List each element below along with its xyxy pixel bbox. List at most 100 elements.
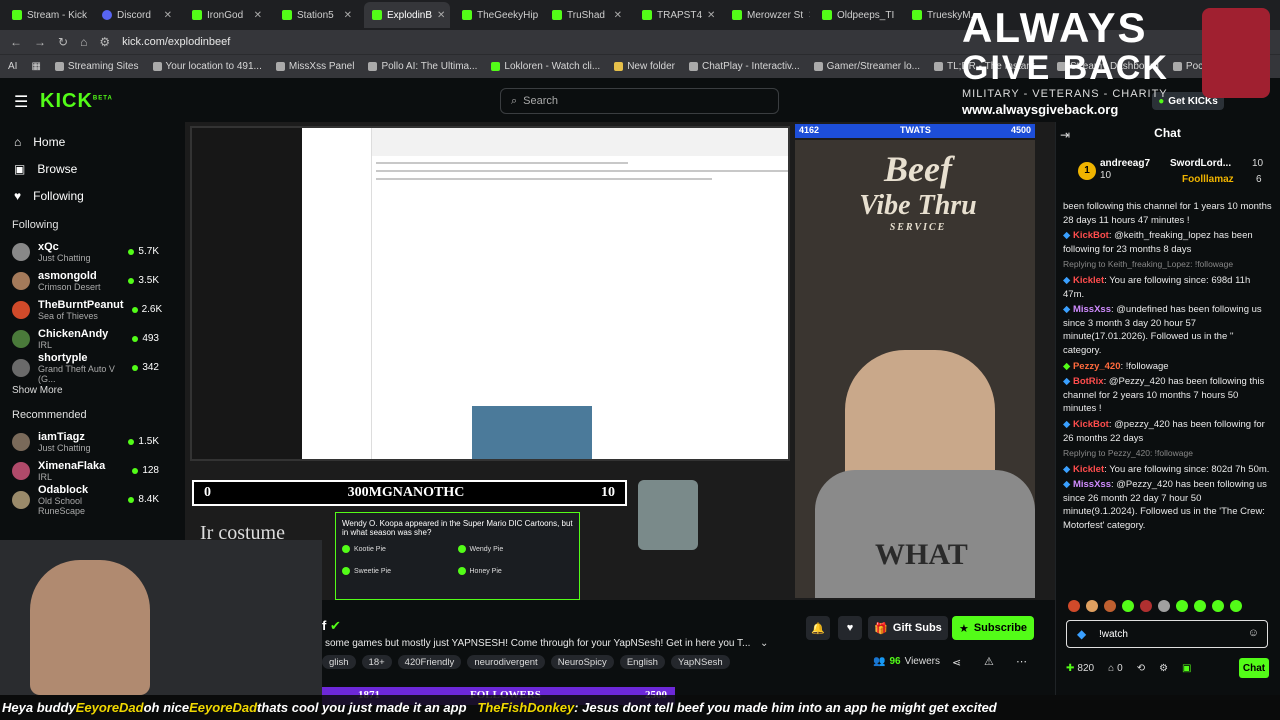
show-more-link[interactable]: Show More [0,385,185,403]
back-arrow-icon[interactable]: ← [10,35,22,49]
trivia-option: Kootie Pie [342,545,458,553]
bookmark-folder[interactable]: New folder [614,61,675,72]
badge-icon: ◆ [1063,230,1071,242]
quiz-scorebar: 0 300MGNANOTHC 10 [192,480,627,506]
viewers-icon: 👥 [873,656,886,667]
browser-tab[interactable]: Oldpeeps_TI✕ [814,2,900,28]
emote-icon[interactable] [1194,600,1206,612]
share-icon[interactable]: ⋖ [952,656,961,669]
stream-screen-capture [190,126,790,461]
tag[interactable]: 18+ [361,655,392,669]
channel-item[interactable]: XimenaFlaka IRL 128 [0,456,185,485]
avatar [12,432,30,451]
url-field[interactable]: kick.com/explodinbeef [122,36,230,48]
forward-arrow-icon[interactable]: → [34,35,46,49]
channel-item[interactable]: shortyple Grand Theft Auto V (G... 342 [0,352,185,384]
bookmark[interactable]: Lokloren - Watch cli... [491,61,600,72]
badge-icon: ◆ [1063,360,1071,372]
bookmark[interactable]: Pollo AI: The Ultima... [368,61,477,72]
points-display[interactable]: ✚ 820 [1066,663,1094,674]
apps-icon[interactable]: ▦ [31,61,40,72]
channel-item[interactable]: Odablock Old School RuneScape 8.4K [0,484,185,516]
notification-bell-icon[interactable]: 🔔 [806,616,830,640]
tag[interactable]: 420Friendly [397,655,462,669]
browser-tab[interactable]: Merowzer St✕ [724,2,810,28]
site-info-icon[interactable]: ⚙ [99,35,110,49]
captured-chat-panel [192,128,302,459]
settings-gear-icon[interactable]: ⚙ [1159,663,1168,674]
gift-subs-button[interactable]: 🎁 Gift Subs [868,616,948,640]
chat-message: been following this channel for 1 years … [1063,201,1272,226]
browser-tab[interactable]: IronGod ✕ [184,2,270,28]
tag[interactable]: English [619,655,665,669]
send-chat-button[interactable]: Chat [1239,658,1269,678]
more-icon[interactable]: ⋯ [1016,655,1027,668]
sidebar-item-home[interactable]: ⌂ Home [0,128,185,155]
sidebar-item-browse[interactable]: ▣ Browse [0,155,185,182]
emoji-icon[interactable]: ☺ [1248,627,1259,639]
follow-heart-icon[interactable]: ♥ [838,616,862,640]
tag[interactable]: YapNSesh [670,655,730,669]
stream-title: some games but mostly just YAPNSESH! Com… [325,638,751,649]
emote-icon[interactable] [1104,600,1116,612]
emote-icon[interactable] [1122,600,1134,612]
chat-input[interactable]: ◆ !watch ☺ [1066,620,1268,648]
kick-logo[interactable]: KICKBETA [40,90,113,113]
emote-icon[interactable] [1158,600,1170,612]
search-input[interactable]: ⌕ Search [500,88,779,114]
menu-icon[interactable]: ☰ [14,92,28,112]
subscribe-button[interactable]: ★ Subscribe [952,616,1034,640]
avatar [12,329,30,348]
chat-message: ◆ KickBot: @keith_freaking_lopez has bee… [1063,230,1253,255]
bookmark[interactable]: MissXss Panel [275,61,354,72]
channel-item[interactable]: ChickenAndy IRL 493 [0,324,185,353]
browser-tab[interactable]: TruShad ✕ [544,2,630,28]
emote-icon[interactable] [1086,600,1098,612]
following-heading: Following [12,219,59,231]
expand-title-chevron-icon[interactable]: ⌄ [760,638,768,649]
browser-tab[interactable]: Station5 ✕ [274,2,360,28]
tag[interactable]: neurodivergent [467,655,545,669]
browser-tab-active[interactable]: ExplodinB ✕ [364,2,450,28]
shop-icon: ⌂ [1108,662,1115,674]
channel-item[interactable]: TheBurntPeanut Sea of Thieves 2.6K [0,295,185,324]
badge-icon: ◆ [1063,376,1071,388]
chat-message: ◆ Kicklet: You are following since: 802d… [1063,463,1270,475]
emote-icon[interactable] [1212,600,1224,612]
browser-tab[interactable]: Discord ✕ [94,2,180,28]
channel-item[interactable]: asmongold Crimson Desert 3.5K [0,266,185,295]
bookmark[interactable]: Your location to 491... [152,61,262,72]
tag[interactable]: glish [322,655,356,669]
emote-icon[interactable] [1176,600,1188,612]
bookmark[interactable]: Gamer/Streamer lo... [813,61,920,72]
reload-icon[interactable]: ↻ [58,35,68,49]
chat-footer: ✚ 820 ⌂ 0 ⟲ ⚙ ▣ [1066,658,1268,678]
browser-tab[interactable]: Stream - Kick✕ [4,2,90,28]
refresh-icon[interactable]: ⟲ [1137,663,1145,674]
chat-message: ◆ MissXss: @Pezzy_420 has been following… [1063,479,1267,532]
gift-icon[interactable]: ▣ [1182,663,1191,674]
captured-nav-column [302,128,372,459]
viewer-count: 👥 96 Viewers [873,656,940,667]
browser-tab[interactable]: TRAPST4 ✕ [634,2,720,28]
emote-icon[interactable] [1068,600,1080,612]
home-icon[interactable]: ⌂ [80,35,87,49]
quick-emotes [1068,600,1268,614]
sidebar-item-following[interactable]: ♥ Following [0,182,185,209]
streamer-shirt [815,470,1035,598]
channel-item[interactable]: iamTiagz Just Chatting 1.5K [0,427,185,456]
report-icon[interactable]: ⚠ [984,655,994,668]
browser-tab[interactable]: TheGeekyHip✕ [454,2,540,28]
emote-icon[interactable] [1230,600,1242,612]
chat-message: ◆ Pezzy_420: !followage [1063,360,1169,372]
channel-item[interactable]: xQc Just Chatting 5.7K [0,237,185,266]
verified-icon: ✔ [329,618,341,633]
bookmark[interactable]: Streaming Sites [54,61,139,72]
emote-icon[interactable] [1140,600,1152,612]
bookmark-ai[interactable]: AI [8,61,17,72]
bookmark[interactable]: ChatPlay - Interactiv... [689,61,800,72]
chat-reply-context: Replying to Pezzy_420: !followage [1063,448,1193,459]
avatar [12,461,30,480]
tag[interactable]: NeuroSpicy [550,655,614,669]
rewards-display[interactable]: ⌂ 0 [1108,663,1123,674]
